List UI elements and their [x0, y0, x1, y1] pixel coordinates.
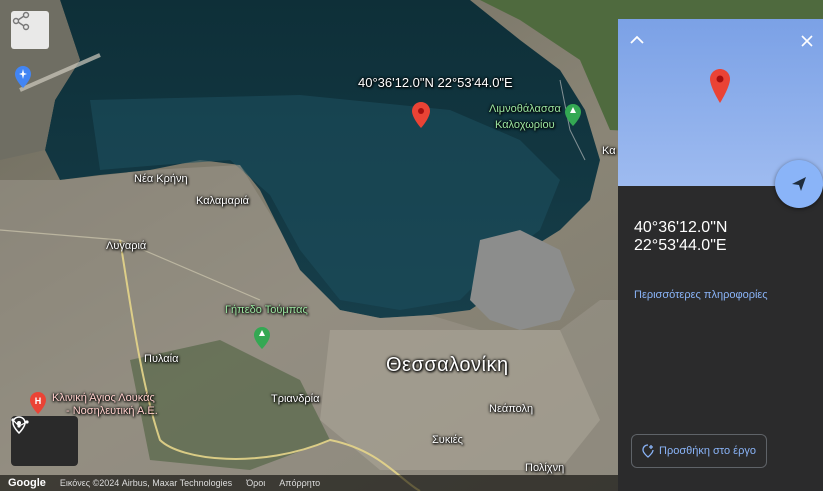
- directions-button[interactable]: [775, 160, 823, 208]
- label-clinic-line2[interactable]: - Νοσηλευτική Α.Ε.: [66, 405, 158, 417]
- park-pin-icon[interactable]: [565, 104, 581, 126]
- add-to-project-button[interactable]: Προσθήκη στο έργο: [631, 434, 767, 468]
- measure-path-tool-icon[interactable]: [11, 416, 29, 430]
- map-pin-icon[interactable]: [412, 102, 430, 128]
- location-pin-icon: [710, 69, 730, 103]
- send-icon: [792, 177, 806, 191]
- label-nea-krini[interactable]: Νέα Κρήνη: [134, 173, 188, 185]
- imagery-attribution: Εικόνες ©2024 Airbus, Maxar Technologies: [59, 478, 233, 488]
- more-info-link[interactable]: Περισσότερες πληροφορίες: [634, 289, 768, 301]
- terms-link[interactable]: Όροι: [246, 478, 265, 488]
- share-icon: [12, 11, 30, 31]
- attribution-bar: Google Εικόνες ©2024 Airbus, Maxar Techn…: [0, 475, 620, 491]
- label-kalochoriou[interactable]: Καλοχωρίου: [495, 119, 555, 131]
- label-gipedo-toumbas[interactable]: Γήπεδο Τούμπας: [225, 304, 308, 316]
- add-to-project-label: Προσθήκη στο έργο: [659, 445, 756, 457]
- label-sykies[interactable]: Συκιές: [432, 434, 463, 446]
- panel-coordinates: 40°36'12.0"N 22°53'44.0"E: [634, 219, 728, 254]
- location-panel: 40°36'12.0"N 22°53'44.0"E Περισσότερες π…: [618, 19, 823, 491]
- coordinate-label: 40°36'12.0"N 22°53'44.0"E: [358, 75, 513, 90]
- label-clinic-line1[interactable]: Κλινική Άγιος Λουκάς: [52, 392, 155, 404]
- label-thessaloniki[interactable]: Θεσσαλονίκη: [386, 354, 509, 377]
- close-icon[interactable]: [801, 35, 813, 47]
- privacy-link[interactable]: Απόρρητο: [279, 478, 320, 488]
- airport-pin-icon[interactable]: [15, 66, 31, 88]
- label-neapoli[interactable]: Νεάπολη: [489, 403, 533, 415]
- chevron-up-icon[interactable]: [630, 35, 644, 45]
- stadium-pin-icon[interactable]: [254, 327, 270, 349]
- label-limnothalassa[interactable]: Λιμνοθάλασσα: [489, 103, 561, 115]
- label-partial: Κα: [602, 145, 616, 157]
- label-polichni[interactable]: Πολίχνη: [525, 462, 564, 474]
- label-kalamaria[interactable]: Καλαμαριά: [196, 195, 249, 207]
- hospital-pin-icon[interactable]: H: [30, 392, 46, 414]
- google-logo: Google: [8, 477, 46, 489]
- map-tools: [11, 416, 78, 466]
- add-location-icon: [642, 444, 654, 458]
- svg-text:H: H: [35, 396, 42, 406]
- label-triandria[interactable]: Τριανδρία: [271, 393, 319, 405]
- label-pylaia[interactable]: Πυλαία: [144, 353, 178, 365]
- share-button[interactable]: [11, 11, 49, 49]
- label-lygaria[interactable]: Λυγαριά: [106, 240, 146, 252]
